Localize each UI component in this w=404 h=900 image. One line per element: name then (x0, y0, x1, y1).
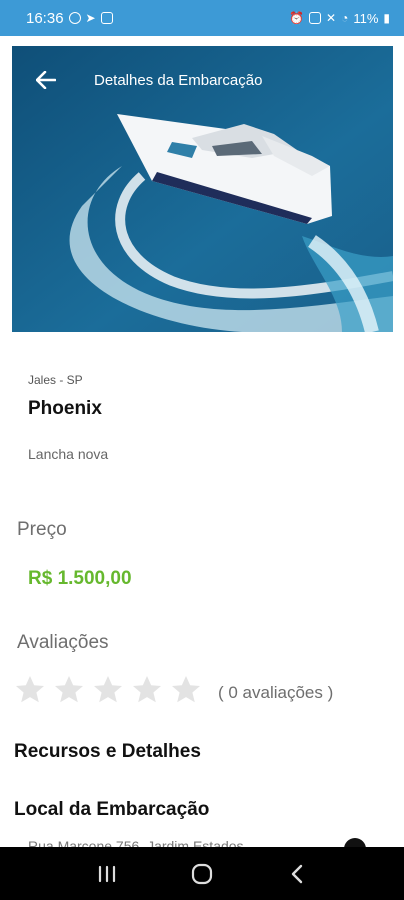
home-icon (191, 863, 213, 884)
resources-details-heading[interactable]: Recursos e Detalhes (14, 741, 201, 763)
back-nav-button[interactable] (277, 854, 317, 894)
price-label: Preço (17, 519, 67, 540)
battery-percent: 11% (353, 10, 379, 26)
recents-icon (99, 865, 116, 882)
battery-icon: ▮ (383, 11, 390, 25)
status-bar: 16:36 ➤ ⏰ ✕ ◔ 11% ▮ (0, 0, 404, 36)
star-icon[interactable] (53, 674, 85, 706)
rating-count: ( 0 avaliações ) (218, 683, 334, 702)
boat-description: Lancha nova (28, 446, 109, 462)
star-icon[interactable] (170, 674, 202, 706)
arrow-left-icon (36, 71, 56, 89)
wifi-icon: ◔ (341, 11, 349, 25)
alarm-icon: ⏰ (289, 11, 305, 25)
boat-location: Jales - SP (28, 373, 83, 387)
ratings-label: Avaliações (17, 632, 109, 653)
home-button[interactable] (182, 854, 222, 894)
page-title: Detalhes da Embarcação (94, 72, 263, 89)
status-time: 16:36 (26, 9, 64, 27)
app-notification-icon (100, 12, 113, 24)
price-value: R$ 1.500,00 (28, 568, 132, 589)
boat-photo: Detalhes da Embarcação (12, 46, 393, 332)
rating-stars (14, 674, 202, 706)
star-icon[interactable] (92, 674, 124, 706)
telegram-icon: ➤ (85, 11, 96, 25)
system-nav-bar (0, 847, 404, 900)
mute-icon: ✕ (326, 11, 337, 25)
instagram-icon (68, 12, 81, 24)
back-button[interactable] (32, 66, 60, 94)
star-icon[interactable] (131, 674, 163, 706)
vibrate-icon (309, 12, 322, 24)
recents-button[interactable] (87, 854, 127, 894)
back-icon (291, 864, 302, 883)
boat-name: Phoenix (28, 398, 102, 419)
boat-location-heading[interactable]: Local da Embarcação (14, 799, 209, 821)
star-icon[interactable] (14, 674, 46, 706)
